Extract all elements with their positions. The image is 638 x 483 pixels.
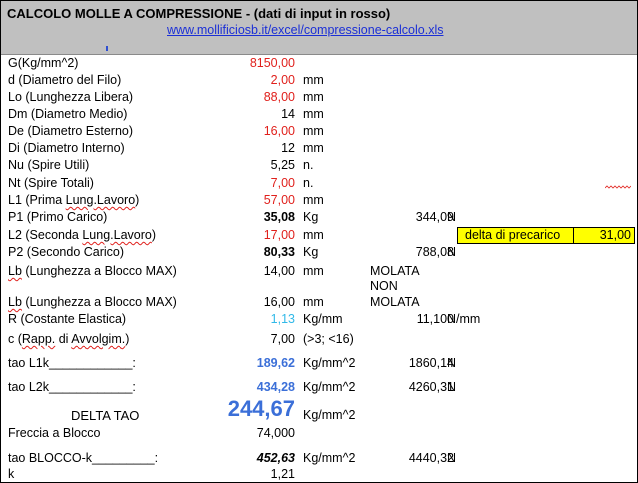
tao-blocco-unit: Kg/mm^2 — [303, 451, 356, 465]
lb-max-non-molata-label: Lb (Lunghezza a Blocco MAX) — [8, 295, 177, 310]
nu-unit: n. — [303, 158, 314, 172]
lb-max-note-molata-2: MOLATA — [370, 295, 420, 309]
nt-value[interactable]: 7,00 — [271, 176, 295, 191]
nu-label: Nu (Spire Utili) — [8, 158, 90, 172]
nu-value: 5,25 — [270, 158, 295, 172]
l2-unit: mm — [303, 228, 324, 242]
dm-value: 14 — [281, 107, 295, 121]
p2-value: 80,33 — [263, 245, 295, 259]
lb-max-note-non: NON — [370, 279, 398, 293]
r-value: 1,13 — [270, 312, 295, 326]
lb-max-label-prefix: Lb — [8, 264, 22, 278]
r-unit: Kg/mm — [303, 312, 343, 326]
delta-precarico-divider — [573, 228, 574, 243]
tao-l2-value: 434,28 — [256, 380, 295, 394]
lb-max-unit: mm — [303, 264, 324, 278]
g-value[interactable]: 8150,00 — [250, 56, 295, 71]
lb-max-label: Lb (Lunghezza a Blocco MAX) — [8, 264, 177, 279]
p2-unit: Kg — [303, 245, 319, 259]
dm-unit: mm — [303, 107, 324, 121]
tao-l2-label: tao L2k____________: — [8, 380, 136, 394]
l2-value[interactable]: 17,00 — [264, 228, 295, 243]
l2-label-suffix: ) — [151, 228, 157, 242]
di-label: Di (Diametro Interno) — [8, 141, 125, 155]
tao-blocco-label: tao BLOCCO-k_________: — [8, 451, 159, 465]
d-label: d (Diametro del Filo) — [8, 73, 122, 87]
tao-l1-newton-unit: N — [447, 356, 457, 370]
l2-label-prefix: L2 (Seconda — [8, 228, 83, 242]
d-unit: mm — [303, 73, 324, 87]
l1-label-term: Lung.Lavoro — [65, 193, 136, 207]
k-value: 1,21 — [270, 467, 295, 481]
p1-newton-unit: N — [447, 210, 457, 224]
r-label: R (Costante Elastica) — [8, 312, 127, 326]
l1-value[interactable]: 57,00 — [264, 193, 295, 208]
p2-newton-unit: N — [447, 245, 457, 259]
di-value: 12 — [281, 141, 295, 155]
p2-label: P2 (Secondo Carico) — [8, 245, 125, 259]
k-label: k — [8, 467, 15, 481]
delta-precarico-box: delta di precarico 31,00 — [457, 227, 635, 244]
freccia-value: 74,000 — [256, 426, 295, 440]
l1-unit: mm — [303, 193, 324, 207]
lb-max-non-molata-value: 16,00 — [263, 295, 295, 309]
d-value[interactable]: 2,00 — [271, 73, 295, 88]
l1-label: L1 (Prima Lung.Lavoro) — [8, 193, 139, 208]
l1-label-suffix: ) — [135, 193, 140, 207]
c-label-prefix: c ( — [8, 332, 22, 346]
delta-precarico-value: 31,00 — [599, 228, 631, 242]
tao-l2-unit: Kg/mm^2 — [303, 380, 356, 394]
c-label: c (Rapp. di Avvolgim.) — [8, 332, 129, 347]
lo-value[interactable]: 88,00 — [264, 90, 295, 105]
nt-label: Nt (Spire Totali) — [8, 176, 94, 190]
l1-label-prefix: L1 (Prima — [8, 193, 66, 207]
data-rows: G(Kg/mm^2) 8150,00 d (Diametro del Filo)… — [1, 1, 637, 482]
lo-unit: mm — [303, 90, 324, 104]
lo-label: Lo (Lunghezza Libera) — [8, 90, 134, 104]
c-label-avvolgim: Avvolgim. — [71, 332, 126, 346]
p1-label: P1 (Primo Carico) — [8, 210, 108, 224]
c-label-rapp: Rapp. — [21, 332, 56, 346]
delta-tao-unit: Kg/mm^2 — [303, 408, 356, 422]
delta-tao-value: 244,67 — [227, 396, 295, 421]
lb-max-note-molata: MOLATA — [370, 264, 420, 278]
c-label-di: di — [55, 332, 72, 346]
de-label: De (Diametro Esterno) — [8, 124, 134, 138]
tao-l1-label: tao L1k____________: — [8, 356, 136, 370]
lb-max-label-text: (Lunghezza a Blocco MAX) — [21, 264, 177, 278]
delta-tao-label: DELTA TAO — [71, 408, 140, 423]
p1-value: 35,08 — [263, 210, 295, 224]
g-label: G(Kg/mm^2) — [8, 56, 79, 70]
de-value[interactable]: 16,00 — [264, 124, 295, 139]
lb-max-non-molata-label-prefix: Lb — [8, 295, 22, 309]
spreadsheet: CALCOLO MOLLE A COMPRESSIONE - (dati di … — [0, 0, 638, 483]
l2-label: L2 (Seconda Lung.Lavoro) — [8, 228, 156, 243]
r-newton-unit: N/mm — [447, 312, 481, 326]
di-unit: mm — [303, 141, 324, 155]
c-value: 7,00 — [270, 332, 295, 346]
c-range: (>3; <16) — [303, 332, 354, 346]
spellcheck-squiggle — [605, 185, 631, 189]
tao-l1-value: 189,62 — [256, 356, 295, 370]
nt-unit: n. — [303, 176, 314, 190]
tao-l2-newton-unit: N — [447, 380, 457, 394]
dm-label: Dm (Diametro Medio) — [8, 107, 128, 121]
c-label-suffix: ) — [125, 332, 130, 346]
delta-precarico-label: delta di precarico — [465, 228, 561, 242]
freccia-label: Freccia a Blocco — [8, 426, 101, 440]
de-unit: mm — [303, 124, 324, 138]
l2-label-term: Lung.Lavoro — [82, 228, 152, 242]
lb-max-non-molata-unit: mm — [303, 295, 324, 309]
tao-l1-unit: Kg/mm^2 — [303, 356, 356, 370]
p1-unit: Kg — [303, 210, 319, 224]
lb-max-non-molata-label-text: (Lunghezza a Blocco MAX) — [21, 295, 177, 309]
tao-blocco-newton-unit: N — [447, 451, 457, 465]
tao-blocco-value: 452,63 — [256, 451, 295, 465]
lb-max-value: 14,00 — [263, 264, 295, 278]
